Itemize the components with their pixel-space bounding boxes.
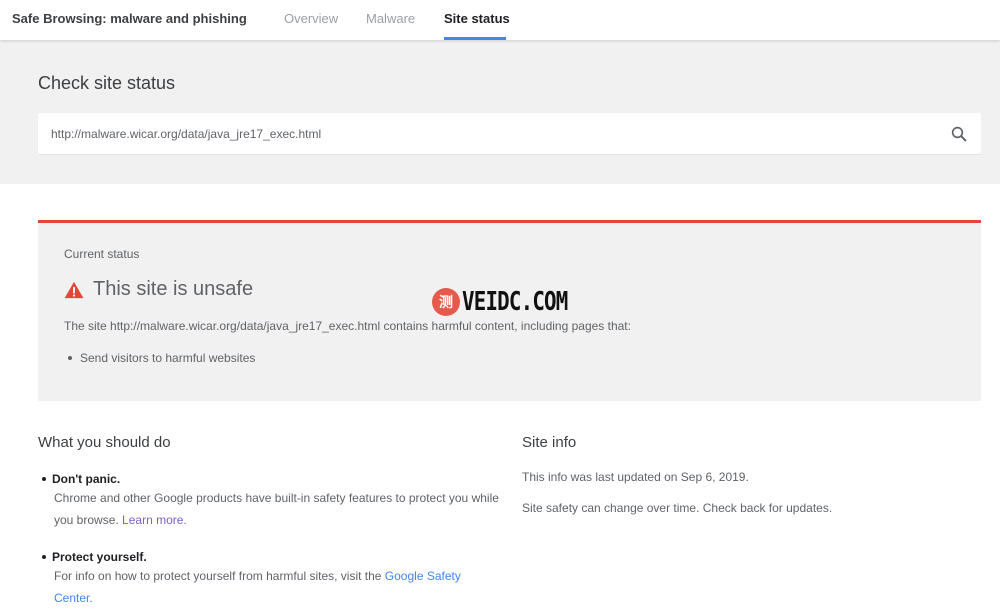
search-section-title: Check site status (38, 73, 176, 93)
status-bullet-text: Send visitors to harmful websites (80, 351, 256, 365)
todo-item: Protect yourself. For info on how to pro… (40, 550, 500, 609)
app-title: Safe Browsing: malware and phishing (12, 11, 247, 26)
todo-heading-text: Protect yourself. (52, 550, 147, 564)
current-status-label: Current status (64, 247, 140, 261)
warning-icon (64, 281, 84, 299)
bullet-dot (42, 476, 46, 481)
tab-site-status[interactable]: Site status (444, 11, 510, 26)
status-heading: This site is unsafe (93, 278, 254, 300)
todo-item: Don't panic. Chrome and other Google pro… (40, 472, 500, 531)
url-search-input[interactable] (51, 124, 931, 144)
search-icon[interactable] (950, 125, 968, 143)
todo-heading-text: Don't panic. (52, 472, 121, 486)
todo-section-title: What you should do (38, 434, 171, 451)
todo-item-heading: Don't panic. (40, 472, 500, 486)
status-bullet-item: Send visitors to harmful websites (64, 351, 255, 365)
todo-item-body: For info on how to protect yourself from… (54, 565, 500, 609)
watermark-text: VEIDC.COM (462, 287, 568, 317)
todo-item-body: Chrome and other Google products have bu… (54, 487, 500, 531)
site-info-title: Site info (522, 434, 577, 451)
search-box (38, 113, 981, 154)
search-section: Check site status (0, 40, 1000, 184)
top-bar: Safe Browsing: malware and phishing Over… (0, 0, 1000, 40)
tab-overview[interactable]: Overview (284, 11, 338, 26)
status-description: The site http://malware.wicar.org/data/j… (64, 319, 631, 333)
todo-body-text: Chrome and other Google products have bu… (54, 491, 499, 527)
tab-malware[interactable]: Malware (366, 11, 415, 26)
site-info-updated: This info was last updated on Sep 6, 201… (522, 470, 749, 484)
watermark-badge: 测 (432, 288, 460, 316)
bullet-dot (42, 554, 46, 559)
site-info-note: Site safety can change over time. Check … (522, 501, 833, 515)
todo-item-heading: Protect yourself. (40, 550, 500, 564)
active-tab-indicator (444, 37, 506, 40)
learn-more-link[interactable]: Learn more. (122, 513, 187, 527)
bullet-dot (68, 355, 72, 360)
todo-body-text: For info on how to protect yourself from… (54, 569, 385, 583)
